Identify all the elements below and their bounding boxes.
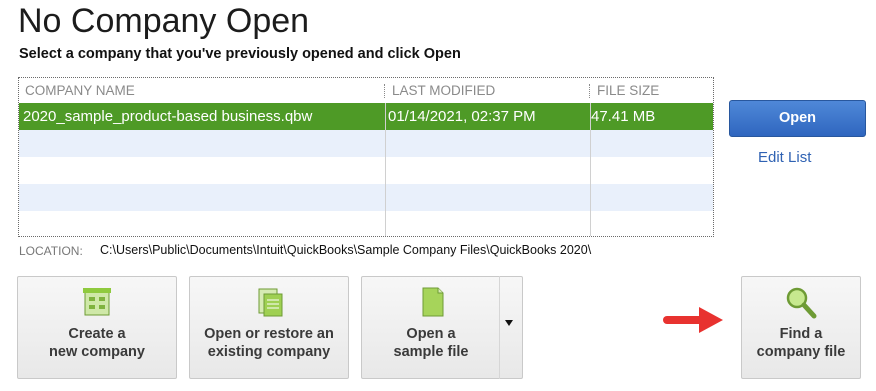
tile-label-line: new company — [49, 344, 145, 360]
company-name-cell: 2020_sample_product-based business.qbw — [23, 108, 313, 125]
empty-row — [19, 184, 713, 211]
tile-label-line: Create a — [68, 326, 126, 342]
open-restore-icon — [258, 288, 283, 317]
empty-row — [19, 130, 713, 157]
tile-label-line: company file — [756, 344, 846, 360]
find-company-file-button[interactable]: Find a company file — [741, 276, 861, 379]
open-restore-company-button[interactable]: Open or restore an existing company — [189, 276, 349, 379]
sample-file-icon — [422, 287, 444, 317]
location-label: LOCATION: — [19, 244, 83, 258]
tile-label-line: Open or restore an — [204, 326, 334, 342]
table-header: COMPANY NAME LAST MODIFIED FILE SIZE — [19, 78, 713, 103]
create-new-company-button[interactable]: Create a new company — [17, 276, 177, 379]
red-arrow-icon — [663, 307, 723, 333]
tile-label: Open or restore an existing company — [190, 325, 348, 361]
tile-label-line: Find a — [779, 326, 823, 342]
tile-label-line: existing company — [207, 344, 331, 360]
empty-row — [19, 157, 713, 184]
chevron-down-icon[interactable] — [505, 320, 513, 326]
location-path: C:\Users\Public\Documents\Intuit\QuickBo… — [100, 243, 592, 257]
tile-label-line: Open a — [406, 326, 456, 342]
column-header-company-name[interactable]: COMPANY NAME — [25, 78, 135, 103]
table-row[interactable]: 2020_sample_product-based business.qbw 0… — [19, 103, 713, 130]
tile-label: Create a new company — [18, 325, 176, 361]
company-list-table[interactable]: COMPANY NAME LAST MODIFIED FILE SIZE 202… — [18, 77, 714, 237]
file-size-cell: 47.41 MB — [591, 108, 656, 125]
dropdown-divider — [499, 276, 500, 379]
edit-list-link[interactable]: Edit List — [758, 149, 811, 166]
empty-row — [19, 211, 713, 236]
last-modified-cell: 01/14/2021, 02:37 PM — [388, 108, 536, 125]
new-company-icon — [83, 288, 111, 316]
tile-label: Find a company file — [742, 325, 860, 361]
open-button[interactable]: Open — [729, 100, 866, 137]
column-header-file-size[interactable]: FILE SIZE — [597, 78, 659, 103]
column-divider[interactable] — [384, 84, 385, 98]
column-gridline — [590, 103, 591, 236]
page-subtitle: Select a company that you've previously … — [19, 46, 461, 62]
column-divider[interactable] — [589, 84, 590, 98]
magnifier-icon — [786, 287, 817, 319]
tile-label-line: sample file — [393, 344, 469, 360]
page-title: No Company Open — [18, 2, 310, 40]
tile-label: Open a sample file — [362, 325, 500, 361]
column-gridline — [385, 103, 386, 236]
column-header-last-modified[interactable]: LAST MODIFIED — [392, 78, 495, 103]
